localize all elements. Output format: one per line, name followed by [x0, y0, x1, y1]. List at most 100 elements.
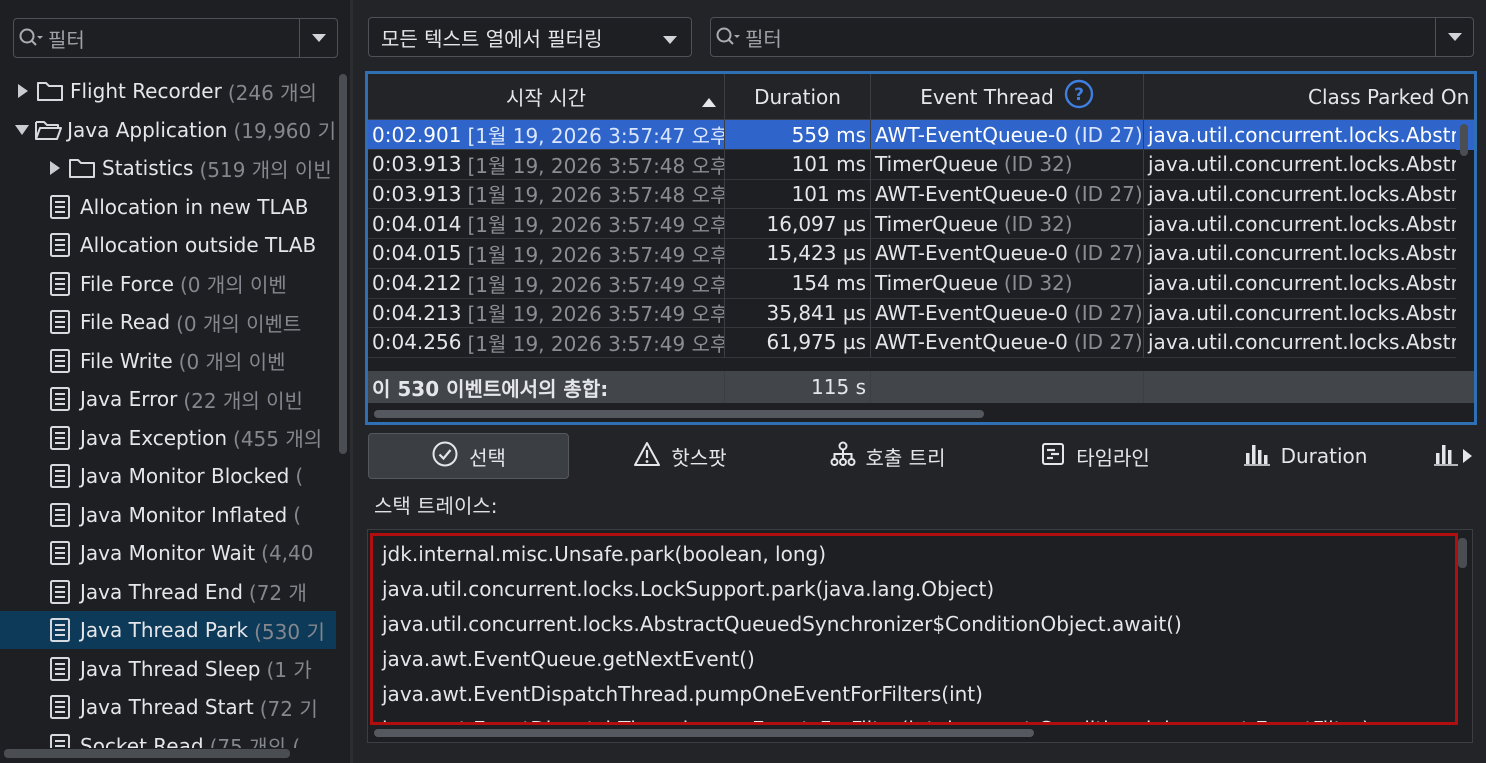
tree-item-count: ( — [293, 502, 302, 527]
tree-item[interactable]: Java Application (19,960 기 — [0, 111, 336, 149]
tab-duration[interactable]: Duration — [1230, 433, 1380, 479]
tree-item[interactable]: File Write (0 개의 이벤 — [0, 342, 336, 380]
tree-item-name: Java Thread Start — [80, 695, 254, 719]
stack-frame[interactable]: java.awt.EventDispatchThread.pumpOneEven… — [382, 676, 983, 711]
tree-item[interactable]: File Force (0 개의 이벤 — [0, 265, 336, 303]
cell-start-time: 0:03.913 [1월 19, 2026 3:57:48 오후] — [368, 179, 725, 210]
chevron-down-icon[interactable] — [1435, 18, 1473, 56]
table-row[interactable]: 0:04.014 [1월 19, 2026 3:57:49 오후] 16,097 µ… — [368, 209, 1474, 240]
tree-item-count: ( — [295, 464, 304, 488]
table-row[interactable]: 0:03.913 [1월 19, 2026 3:57:48 오후] 101 ms Ti… — [368, 149, 1474, 180]
stack-frame[interactable]: java.awt.EventQueue.getNextEvent() — [382, 641, 755, 676]
tree-item[interactable]: Java Exception (455 개의 — [0, 419, 336, 457]
filter-column-select[interactable]: 모든 텍스트 열에서 필터링 — [368, 17, 692, 57]
table-row[interactable]: 0:04.015 [1월 19, 2026 3:57:49 오후] 15,423 µ… — [368, 238, 1474, 269]
stack-trace-panel: jdk.internal.misc.Unsafe.park(boolean, l… — [367, 529, 1473, 743]
stack-frame[interactable]: java.util.concurrent.locks.LockSupport.p… — [382, 571, 994, 606]
document-icon — [44, 617, 76, 643]
tree-item[interactable]: Java Monitor Wait (4,40 — [0, 534, 336, 572]
tree-item[interactable]: Java Monitor Inflated( — [0, 496, 336, 534]
table-horizontal-scrollbar[interactable] — [374, 410, 984, 418]
tree-item-name: Java Exception — [80, 425, 228, 450]
folder-open-icon — [33, 119, 63, 141]
stack-frame[interactable]: java.util.concurrent.locks.AbstractQueue… — [382, 606, 1182, 641]
document-icon — [44, 579, 76, 605]
column-header-start-time[interactable]: 시작 시간 — [368, 74, 725, 120]
tab-selection[interactable]: 선택 — [368, 433, 569, 479]
cell-duration: 154 ms — [725, 268, 871, 299]
tree-item[interactable]: Allocation outside TLAB — [0, 226, 336, 264]
tree-item[interactable]: Java Thread Park (530 기 — [0, 611, 336, 649]
document-icon — [44, 540, 76, 566]
tree-item[interactable]: Java Error (22 개의 이빈 — [0, 380, 336, 418]
tree-item-count: (0 개의 이벤트 — [176, 311, 302, 336]
stack-horizontal-scrollbar[interactable] — [374, 729, 1034, 737]
pane-splitter[interactable] — [350, 0, 353, 763]
tree-item[interactable]: Socket Read (75 개의 ( — [0, 727, 336, 748]
thread-name: AWT-EventQueue-0 — [875, 181, 1068, 206]
table-row[interactable]: 0:04.212 [1월 19, 2026 3:57:49 오후] 154 ms Ti… — [368, 268, 1474, 299]
stack-frame[interactable]: jdk.internal.misc.Unsafe.park(boolean, l… — [382, 536, 826, 571]
tree-item[interactable]: File Read (0 개의 이벤트 — [0, 303, 336, 341]
cell-event-thread: TimerQueue (ID 32) — [871, 268, 1144, 299]
chevron-down-icon[interactable] — [299, 19, 337, 57]
document-icon — [44, 386, 76, 412]
start-offset: 0:03.913 — [372, 181, 462, 206]
warning-icon — [633, 441, 661, 472]
cell-start-time: 0:04.213 [1월 19, 2026 3:57:49 오후] — [368, 298, 725, 329]
column-header-label: Class Parked On — [1308, 84, 1470, 109]
column-header-label: Duration — [754, 84, 841, 109]
tree-item-name: Java Application — [67, 117, 228, 142]
event-type-filter-placeholder: 필터 — [48, 27, 85, 52]
tab-label: 호출 트리 — [865, 445, 946, 470]
stack-frame[interactable]: java.awt.EventDispatchThread.pumpEventsF… — [382, 711, 1370, 723]
cell-start-time: 0:04.212 [1월 19, 2026 3:57:49 오후] — [368, 268, 725, 299]
event-type-filter[interactable]: 필터 — [13, 18, 338, 58]
cell-event-thread: TimerQueue (ID 32) — [871, 149, 1144, 180]
document-icon — [44, 656, 76, 682]
tab-call-tree[interactable]: 호출 트리 — [805, 433, 970, 479]
tree-item[interactable]: Java Thread End (72 개 — [0, 573, 336, 611]
tree-item[interactable]: Allocation in new TLAB — [0, 188, 336, 226]
thread-name: TimerQueue — [875, 271, 998, 295]
table-row[interactable]: 0:03.913 [1월 19, 2026 3:57:48 오후] 101 ms AW… — [368, 179, 1474, 210]
column-header-event-thread[interactable]: Event Thread ? — [871, 74, 1144, 120]
start-offset: 0:04.015 — [372, 241, 462, 266]
tree-item[interactable]: Java Thread Sleep (1 가 — [0, 650, 336, 688]
table-row[interactable]: 0:02.901 [1월 19, 2026 3:57:47 오후] 559 ms AW… — [368, 120, 1474, 150]
tab-hotspots[interactable]: 핫스팟 — [605, 433, 755, 479]
cell-start-time: 0:04.015 [1월 19, 2026 3:57:49 오후] — [368, 238, 725, 269]
timeline-icon — [1040, 441, 1066, 472]
table-row[interactable]: 0:04.213 [1월 19, 2026 3:57:49 오후] 35,841 µ… — [368, 298, 1474, 329]
document-icon — [44, 232, 76, 258]
cell-duration: 101 ms — [725, 179, 871, 210]
thread-name: AWT-EventQueue-0 — [875, 122, 1068, 147]
thread-id: (ID 27) — [1073, 122, 1143, 147]
tree-item-name: Java Monitor Wait — [80, 541, 256, 565]
tabs-overflow-button[interactable] — [1428, 433, 1476, 479]
table-filter-input[interactable]: 필터 — [710, 17, 1474, 57]
chevron-down-icon[interactable] — [12, 124, 33, 135]
stack-vertical-scrollbar[interactable] — [1458, 538, 1467, 568]
start-date: [1월 19, 2026 3:57:49 오후] — [467, 302, 725, 327]
column-header-class-parked-on[interactable]: Class Parked On — [1144, 74, 1474, 120]
tree-item-count: (0 개의 이벤 — [179, 273, 287, 297]
column-header-duration[interactable]: Duration — [725, 74, 871, 120]
chevron-right-icon[interactable] — [12, 84, 34, 98]
event-type-tree: Flight Recorder (246 개의 Java Application (1… — [0, 72, 336, 748]
tree-item[interactable]: Java Thread Start (72 기 — [0, 688, 336, 726]
thread-id: (ID 27) — [1073, 330, 1143, 355]
tree-horizontal-scrollbar[interactable] — [4, 749, 290, 758]
document-icon — [44, 733, 76, 748]
tab-timeline[interactable]: 타임라인 — [1015, 433, 1175, 479]
tree-item[interactable]: Java Monitor Blocked( — [0, 457, 336, 495]
tree-item[interactable]: Statistics (519 개의 이빈 — [0, 149, 336, 187]
tree-vertical-scrollbar[interactable] — [339, 74, 347, 454]
help-icon[interactable]: ? — [1064, 79, 1094, 114]
chevron-right-icon[interactable] — [44, 161, 66, 175]
tree-item[interactable]: Flight Recorder (246 개의 — [0, 72, 336, 110]
table-vertical-scrollbar[interactable] — [1460, 124, 1468, 156]
start-offset: 0:04.014 — [372, 211, 462, 236]
tab-label: 타임라인 — [1076, 445, 1150, 470]
table-row[interactable]: 0:04.256 [1월 19, 2026 3:57:49 오후] 61,975 µ… — [368, 327, 1474, 358]
